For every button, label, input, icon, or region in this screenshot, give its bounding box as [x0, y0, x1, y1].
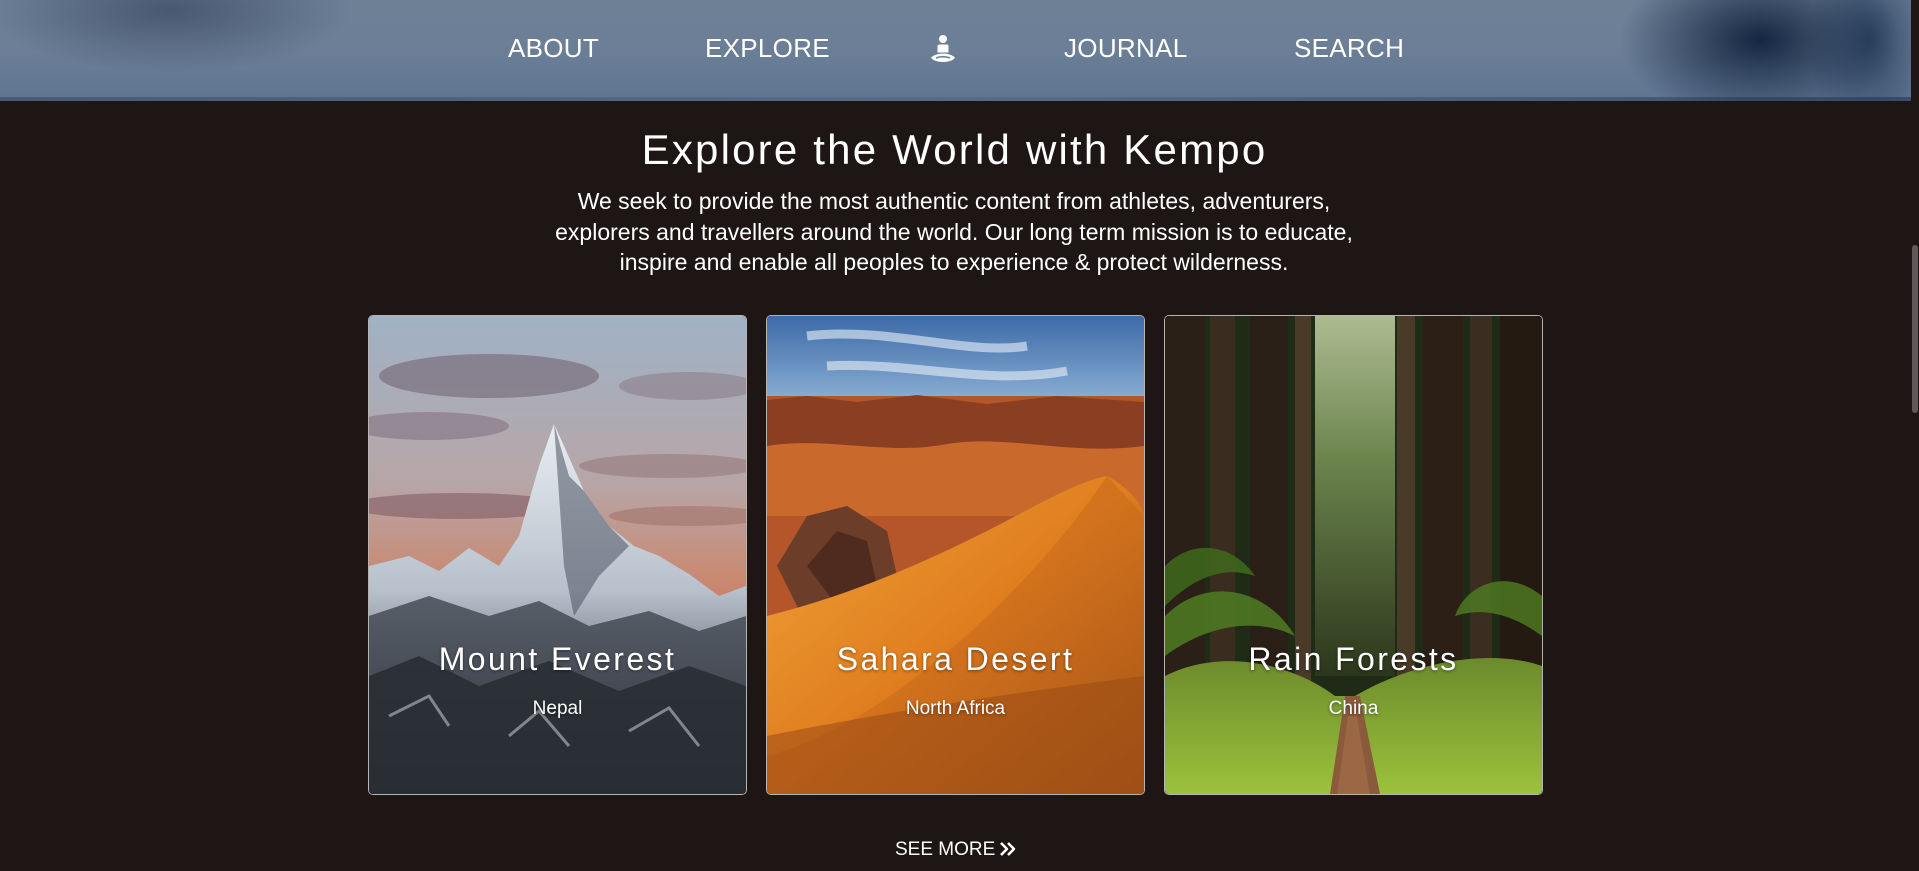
- desert-image: [767, 316, 1144, 794]
- card-location: China: [1328, 698, 1379, 719]
- card-rain-forests[interactable]: Rain Forests China: [1164, 315, 1543, 795]
- nav-link-journal[interactable]: JOURNAL: [1064, 31, 1187, 65]
- double-chevron-right-icon: [999, 840, 1017, 864]
- scrollbar-thumb[interactable]: [1912, 245, 1918, 413]
- nav-link-explore[interactable]: EXPLORE: [705, 31, 830, 65]
- intro-text: We seek to provide the most authentic co…: [555, 188, 1353, 275]
- card-sahara-desert[interactable]: Sahara Desert North Africa: [766, 315, 1145, 795]
- card-title: Rain Forests: [1248, 641, 1459, 677]
- main-nav: ABOUT EXPLORE JOURNAL SEARCH: [0, 0, 1919, 101]
- nav-banner: ABOUT EXPLORE JOURNAL SEARCH: [0, 0, 1919, 101]
- card-title: Mount Everest: [438, 641, 677, 677]
- card-location: Nepal: [532, 698, 583, 719]
- forest-image: [1165, 316, 1542, 794]
- card-location: North Africa: [905, 698, 1006, 719]
- scrollbar-track[interactable]: [1911, 0, 1919, 871]
- nav-link-about[interactable]: ABOUT: [508, 31, 599, 65]
- see-more-label: SEE MORE: [895, 839, 996, 860]
- nav-link-search[interactable]: SEARCH: [1294, 31, 1404, 65]
- see-more-link[interactable]: SEE MORE: [895, 838, 1017, 864]
- mountain-image: [369, 316, 746, 794]
- card-mount-everest[interactable]: Mount Everest Nepal: [368, 315, 747, 795]
- page: ABOUT EXPLORE JOURNAL SEARCH Explore the…: [0, 0, 1919, 871]
- meditation-figure-icon[interactable]: [927, 33, 959, 65]
- page-title: Explore the World with Kempo: [641, 126, 1268, 173]
- destination-cards: Mount Everest Nepal Sahara Desert North …: [0, 315, 1919, 795]
- card-title: Sahara Desert: [836, 641, 1075, 677]
